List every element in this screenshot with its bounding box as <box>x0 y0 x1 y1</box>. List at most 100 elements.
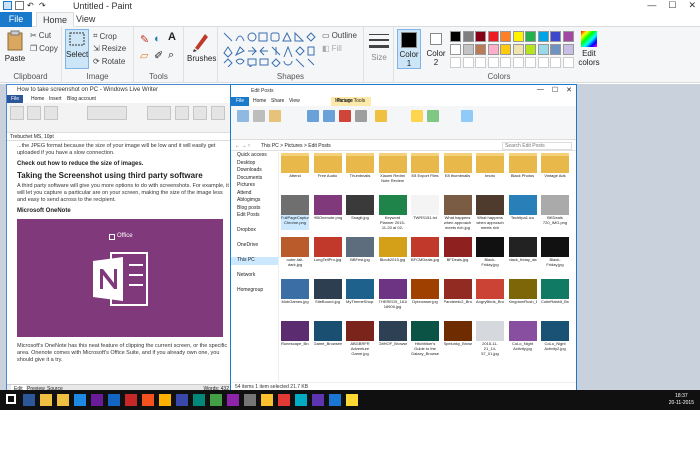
file-item[interactable]: THEREG5_16160 18905.jpg <box>378 279 407 314</box>
file-item[interactable]: MyThemeShop.jpg <box>346 279 374 314</box>
move-to-button[interactable] <box>307 110 319 122</box>
taskbar-app-icon[interactable] <box>244 394 256 406</box>
nav-item[interactable]: Edit Posts <box>231 212 278 220</box>
taskbar-app-icon[interactable] <box>176 394 188 406</box>
taskbar-app-icon[interactable] <box>312 394 324 406</box>
palette-swatch[interactable] <box>525 44 536 55</box>
doc-ribbon-btn-4[interactable] <box>175 106 189 120</box>
doc-ribbon-btn-1[interactable] <box>10 106 24 120</box>
rotate-button[interactable]: ⟳ Rotate <box>93 57 125 66</box>
copy-to-button[interactable] <box>323 110 335 122</box>
redo-icon[interactable]: ↷ <box>39 1 48 10</box>
taskbar-app-icon[interactable] <box>23 394 35 406</box>
file-item[interactable]: outer-fall-dark.jpg <box>281 237 309 272</box>
address-bar[interactable]: ← → ↑ This PC > Pictures > Edit Posts Se… <box>231 141 576 151</box>
palette-swatch-empty[interactable] <box>537 57 549 68</box>
palette-swatch[interactable] <box>562 31 574 42</box>
explorer-tab-share[interactable]: Share <box>271 97 284 106</box>
color1-button[interactable]: Color 1 <box>397 29 421 69</box>
resize-button[interactable]: ⇲ Resize <box>93 44 126 53</box>
nav-item[interactable]: Attend <box>231 190 278 198</box>
save-icon[interactable] <box>15 1 24 10</box>
nav-item[interactable]: OneDrive <box>231 242 278 250</box>
taskbar-app-icon[interactable] <box>57 394 69 406</box>
palette-swatch[interactable] <box>500 31 511 42</box>
palette-swatch[interactable] <box>537 44 549 55</box>
palette-swatch[interactable] <box>537 31 549 42</box>
palette-swatch-empty[interactable] <box>487 57 499 68</box>
doc-tab-home[interactable]: Home <box>31 95 44 103</box>
doc-link[interactable]: Check out how to reduce the size of imag… <box>17 161 229 168</box>
nav-item[interactable]: Blog posts <box>231 205 278 213</box>
nav-item[interactable]: Network <box>231 272 278 280</box>
explorer-maximize-button[interactable]: ☐ <box>552 86 558 94</box>
file-item[interactable]: FullPageCapture Chrome.png <box>281 195 309 230</box>
folder-item[interactable]: Vintage Ads <box>541 153 569 188</box>
taskbar-app-icon[interactable] <box>227 394 239 406</box>
paste-button[interactable]: Paste <box>3 30 27 63</box>
fill-dropdown[interactable]: ◧ Fill <box>322 44 342 53</box>
palette-swatch-empty[interactable] <box>475 57 486 68</box>
explorer-tab-file[interactable]: File <box>231 97 250 106</box>
outline-dropdown[interactable]: ▭ Outline <box>322 31 357 40</box>
taskbar-app-icon[interactable] <box>40 394 52 406</box>
nav-item[interactable]: Dropbox <box>231 227 278 235</box>
file-item[interactable]: AngryBirds_BrowserGame.jpg <box>476 279 504 314</box>
file-item[interactable]: Pandemic2_BrowserGame.jpg <box>443 279 472 314</box>
folder-item[interactable]: E8 Export Files <box>411 153 439 188</box>
palette-swatch[interactable] <box>550 31 561 42</box>
rename-button[interactable] <box>355 110 367 122</box>
folder-item[interactable]: Black Photos <box>508 153 537 188</box>
nav-item[interactable]: Homegroup <box>231 287 278 295</box>
file-item[interactable]: What happens when approach meets rich 2.… <box>476 195 504 230</box>
tab-view[interactable]: View <box>70 12 101 27</box>
doc-ribbon-btn-3[interactable] <box>44 106 58 120</box>
palette-swatch-empty[interactable] <box>512 57 524 68</box>
folder-item[interactable]: Thumbnails <box>346 153 374 188</box>
explorer-tab-view[interactable]: View <box>289 97 300 106</box>
tab-file[interactable]: File <box>0 12 32 27</box>
taskbar-app-icon[interactable] <box>108 394 120 406</box>
file-item[interactable]: SiteBound.jpg <box>313 279 342 314</box>
file-item[interactable]: Dpbrowser.jpg <box>411 279 439 314</box>
taskbar-app-icon[interactable] <box>295 394 307 406</box>
taskbar-clock[interactable]: 18:37 20-11-2015 <box>669 393 694 407</box>
start-icon[interactable] <box>6 394 16 404</box>
nav-item[interactable]: Pictures <box>231 182 278 190</box>
crop-button[interactable]: ⌗ Crop <box>93 31 117 41</box>
nav-item[interactable]: This PC <box>231 257 278 265</box>
file-item[interactable]: TWRS151.txt <box>411 195 439 230</box>
doc-ribbon-btn-2[interactable] <box>27 106 41 120</box>
size-button[interactable]: Size <box>364 53 394 62</box>
maximize-button[interactable]: ☐ <box>668 0 676 11</box>
doc-tab-file[interactable]: File <box>7 95 24 103</box>
palette-swatch[interactable] <box>500 44 511 55</box>
file-item[interactable]: Game_BrowserGame.jpg <box>313 321 342 356</box>
file-item[interactable]: ABGBRFR Adventure Game.jpg <box>346 321 374 356</box>
brushes-button[interactable]: Brushes <box>187 30 216 63</box>
taskbar-app-icon[interactable] <box>142 394 154 406</box>
explorer-tab-home[interactable]: Home <box>253 97 266 106</box>
explorer-search-input[interactable]: Search Edit Posts <box>502 142 572 150</box>
file-item[interactable]: GitHOF_BrowserGame.png <box>378 321 407 356</box>
color2-button[interactable]: Color 2 <box>424 29 448 67</box>
taskbar-app-icon[interactable] <box>210 394 222 406</box>
explorer-minimize-button[interactable]: — <box>537 86 544 94</box>
taskbar-app-icon[interactable] <box>278 394 290 406</box>
file-item[interactable]: Spelunky_BrowserGame.jpg <box>443 321 472 356</box>
nav-item[interactable]: Ablogimgs <box>231 197 278 205</box>
cut-button[interactable]: ✂ Cut <box>30 31 51 40</box>
file-item[interactable]: What happens when approach meets rich.jp… <box>443 195 472 230</box>
palette-swatch[interactable] <box>562 44 574 55</box>
explorer-paste-button[interactable] <box>269 110 281 122</box>
taskbar-app-icon[interactable] <box>159 394 171 406</box>
open-button[interactable] <box>427 110 439 122</box>
file-item[interactable]: BFCMDeals.jpg <box>411 237 439 272</box>
taskbar-app-icon[interactable] <box>125 394 137 406</box>
file-item[interactable]: BFDeals.jpg <box>443 237 472 272</box>
select-all-button[interactable] <box>461 110 473 122</box>
nav-item[interactable]: Documents <box>231 175 278 183</box>
explorer-tab-manage[interactable]: Manage <box>335 97 353 106</box>
taskbar-app-icon[interactable] <box>261 394 273 406</box>
file-item[interactable]: Hitchhiker's Guide to the Galaxy_Browser… <box>411 321 439 356</box>
